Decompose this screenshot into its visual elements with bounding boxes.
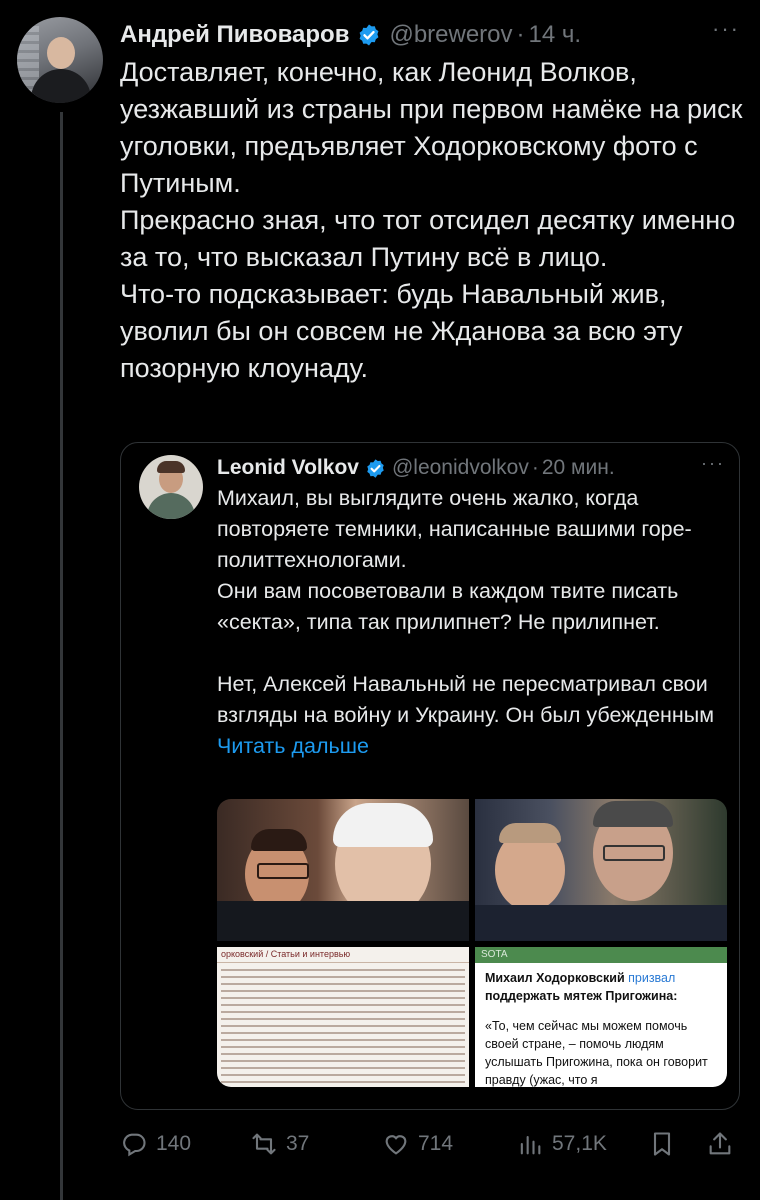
quoted-author-avatar[interactable] — [139, 455, 203, 519]
bookmark-icon — [653, 1132, 671, 1156]
heart-icon — [385, 1135, 407, 1155]
author-handle[interactable]: @brewerov — [389, 21, 512, 49]
telegram-screenshot[interactable]: SOTA Михаил Ходорковский призвал поддерж… — [475, 947, 727, 1087]
read-more-link[interactable]: Читать дальше — [217, 734, 369, 758]
more-options-icon[interactable]: ··· — [712, 16, 740, 42]
bookmark-button[interactable] — [648, 1122, 684, 1166]
views-chart-icon — [520, 1135, 541, 1155]
tweet-timestamp[interactable]: 14 ч. — [529, 21, 582, 49]
tweet-header: Андрей Пивоваров @brewerov · 14 ч. ··· — [120, 16, 740, 52]
tweet-text: Доставляет, конечно, как Леонид Волков, … — [120, 54, 745, 387]
quoted-tweet-header: Leonid Volkov @leonidvolkov · 20 мин. ··… — [217, 453, 725, 483]
quoted-paragraph: Михаил, вы выглядите очень жалко, когда … — [217, 486, 692, 572]
thread-line — [60, 112, 63, 1200]
telegram-bold-text: Михаил Ходорковский — [485, 971, 625, 985]
tweet-paragraph: Прекрасно зная, что тот отсидел десятку … — [120, 205, 736, 272]
reply-icon — [123, 1133, 146, 1157]
separator-dot: · — [516, 21, 525, 48]
like-count: 714 — [418, 1132, 454, 1155]
quoted-author-handle[interactable]: @leonidvolkov — [392, 456, 529, 480]
repost-button[interactable]: 37 — [250, 1122, 309, 1166]
quoted-paragraph: Нет, Алексей Навальный не пересматривал … — [217, 669, 727, 762]
telegram-link: призвал — [628, 971, 676, 985]
quoted-tweet-timestamp[interactable]: 20 мин. — [542, 456, 615, 480]
tweet-paragraph: Что-то подсказывает: будь Навальный жив,… — [120, 279, 683, 383]
tweet-paragraph: Доставляет, конечно, как Леонид Волков, … — [120, 57, 743, 198]
share-icon — [709, 1132, 731, 1155]
telegram-bold-text-2: поддержать мятеж Пригожина: — [485, 989, 678, 1003]
article-screenshot[interactable]: орковский / Статьи и интервью — [217, 947, 469, 1087]
repost-icon — [252, 1133, 276, 1155]
quoted-paragraph: Они вам посоветовали в каждом твите писа… — [217, 579, 679, 634]
media-grid: орковский / Статьи и интервью SOTA Михаи… — [217, 799, 727, 1087]
action-bar: 140 37 714 57,1K — [120, 1122, 745, 1166]
article-header: орковский / Статьи и интервью — [217, 947, 469, 963]
photo-khodorkovsky-yeltsin[interactable] — [217, 799, 469, 941]
more-options-icon[interactable]: ··· — [701, 453, 725, 474]
author-avatar[interactable] — [17, 17, 103, 103]
telegram-channel-name: SOTA — [475, 947, 727, 963]
views-count: 57,1K — [552, 1132, 607, 1155]
quoted-paragraph-text: Нет, Алексей Навальный не пересматривал … — [217, 672, 715, 727]
telegram-quote: «То, чем сейчас мы можем помочь своей ст… — [485, 1019, 708, 1087]
verified-badge-icon — [367, 458, 384, 478]
photo-putin-khodorkovsky[interactable] — [475, 799, 727, 941]
reply-button[interactable]: 140 — [120, 1122, 191, 1166]
quoted-author-name[interactable]: Leonid Volkov — [217, 456, 359, 480]
telegram-post-text: Михаил Ходорковский призвал поддержать м… — [485, 969, 719, 1087]
verified-badge-icon — [360, 24, 379, 46]
views-button[interactable]: 57,1K — [516, 1122, 607, 1166]
separator-dot: · — [531, 456, 539, 479]
reply-count: 140 — [156, 1132, 192, 1155]
quoted-tweet[interactable]: Leonid Volkov @leonidvolkov · 20 мин. ··… — [120, 442, 740, 1110]
quoted-tweet-text: Михаил, вы выглядите очень жалко, когда … — [217, 483, 727, 762]
like-button[interactable]: 714 — [382, 1122, 453, 1166]
author-name[interactable]: Андрей Пивоваров — [120, 21, 349, 49]
share-button[interactable] — [706, 1122, 742, 1166]
repost-count: 37 — [286, 1132, 310, 1155]
